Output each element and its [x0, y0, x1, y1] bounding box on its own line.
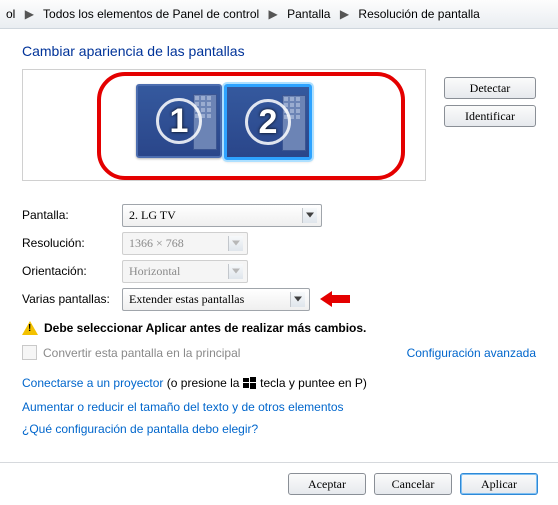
resolution-label: Resolución:: [22, 236, 122, 250]
monitor-1-number: 1: [138, 86, 220, 156]
dialog-footer: Aceptar Cancelar Aplicar: [0, 462, 558, 505]
breadcrumb-seg[interactable]: Todos los elementos de Panel de control: [43, 7, 259, 21]
resolution-select[interactable]: 1366 × 768: [122, 232, 248, 255]
multi-displays-select[interactable]: Extender estas pantallas: [122, 288, 310, 311]
breadcrumb-seg[interactable]: Resolución de pantalla: [358, 7, 479, 21]
breadcrumb-seg[interactable]: Pantalla: [287, 7, 330, 21]
chevron-right-icon: ▶: [19, 7, 40, 21]
chevron-right-icon: ▶: [263, 7, 284, 21]
warning-icon: !: [22, 321, 38, 335]
text-size-link[interactable]: Aumentar o reducir el tamaño del texto y…: [22, 400, 344, 414]
multi-displays-select-value: Extender estas pantallas: [129, 292, 244, 307]
orientation-select[interactable]: Horizontal: [122, 260, 248, 283]
detect-button[interactable]: Detectar: [444, 77, 536, 99]
monitor-2-number: 2: [227, 87, 309, 157]
cancel-button[interactable]: Cancelar: [374, 473, 452, 495]
multi-displays-label: Varias pantallas:: [22, 292, 122, 306]
display-select[interactable]: 2. LG TV: [122, 204, 322, 227]
page-title: Cambiar apariencia de las pantallas: [22, 43, 536, 59]
monitor-1[interactable]: 1: [136, 84, 222, 158]
identify-button[interactable]: Identificar: [444, 105, 536, 127]
monitor-2[interactable]: 2: [224, 84, 312, 160]
resolution-select-value: 1366 × 768: [129, 236, 184, 251]
warning-text: Debe seleccionar Aplicar antes de realiz…: [44, 321, 366, 335]
display-select-value: 2. LG TV: [129, 208, 176, 223]
orientation-select-value: Horizontal: [129, 264, 180, 279]
projector-link[interactable]: Conectarse a un proyector: [22, 376, 163, 390]
make-primary-label: Convertir esta pantalla en la principal: [43, 346, 240, 360]
apply-button[interactable]: Aplicar: [460, 473, 538, 495]
display-arrangement-area[interactable]: 1 2: [22, 69, 426, 181]
make-primary-checkbox: [22, 345, 37, 360]
projector-tail-a: (o presione la: [167, 376, 243, 390]
annotation-arrow: [320, 292, 352, 306]
projector-tail-b: tecla y puntee en P): [260, 376, 367, 390]
window: ol ▶ Todos los elementos de Panel de con…: [0, 0, 558, 505]
windows-key-icon: [243, 374, 257, 396]
orientation-label: Orientación:: [22, 264, 122, 278]
advanced-settings-link[interactable]: Configuración avanzada: [407, 346, 536, 360]
display-label: Pantalla:: [22, 208, 122, 222]
ok-button[interactable]: Aceptar: [288, 473, 366, 495]
chevron-right-icon: ▶: [334, 7, 355, 21]
breadcrumb[interactable]: ol ▶ Todos los elementos de Panel de con…: [0, 0, 558, 29]
which-config-link[interactable]: ¿Qué configuración de pantalla debo eleg…: [22, 422, 258, 436]
breadcrumb-trunc: ol: [6, 7, 15, 21]
